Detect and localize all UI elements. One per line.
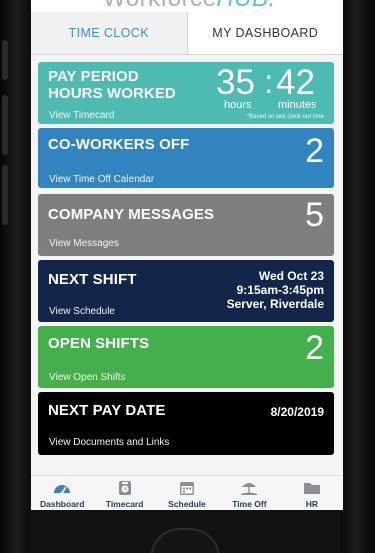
nav-time-off[interactable]: Time Off [218,476,280,510]
nav-schedule-label: Schedule [168,499,206,509]
tab-my-dashboard[interactable]: MY DASHBOARD [187,12,343,54]
pay-period-card[interactable]: PAY PERIOD HOURS WORKED View Timecard 35… [38,62,334,124]
app-screen: WorkforceHUB. TIME CLOCK MY DASHBOARD PA… [31,0,343,510]
view-open-shifts-link[interactable]: View Open Shifts [49,372,126,383]
nav-hr[interactable]: HR [281,476,343,510]
time-separator: : [264,63,274,100]
pay-period-title-line1: PAY PERIOD [48,68,139,85]
view-documents-links[interactable]: View Documents and Links [49,437,169,448]
tab-time-clock[interactable]: TIME CLOCK [31,12,188,54]
hours-worked-display: 35 : 42 hours minutes [216,65,326,113]
next-pay-date-card[interactable]: NEXT PAY DATE 8/20/2019 View Documents a… [38,392,334,455]
hours-value: 35 [216,63,255,102]
next-shift-details: Wed Oct 23 9:15am-3:45pm Server, Riverda… [227,269,324,311]
next-shift-position: Server, Riverdale [226,297,324,311]
view-messages-link[interactable]: View Messages [49,238,119,249]
next-shift-date: Wed Oct 23 [258,269,324,283]
nav-timecard-label: Timecard [105,499,144,509]
folder-icon [302,480,322,496]
volume-down-button [2,165,8,225]
coworkers-off-count: 2 [305,132,324,170]
open-shifts-card[interactable]: OPEN SHIFTS 2 View Open Shifts [38,326,334,388]
brand-name: Workforce [103,0,216,10]
nav-schedule[interactable]: Schedule [156,476,218,510]
company-messages-title: COMPANY MESSAGES [48,206,215,223]
brand-hub: HUB. [216,0,275,10]
open-shifts-title: OPEN SHIFTS [48,335,150,352]
hours-footnote: *Based on last clock out time [246,114,324,120]
home-button [150,528,220,553]
next-pay-date-value: 8/20/2019 [270,405,324,419]
next-shift-title: NEXT SHIFT [48,271,137,288]
pay-period-title-line2: HOURS WORKED [48,85,176,102]
bottom-nav: Dashboard Timecard Schedule Time Off HR [31,475,343,510]
beach-umbrella-icon [239,480,259,496]
nav-dashboard-label: Dashboard [40,499,85,509]
phone-right-edge [341,0,375,553]
next-shift-card[interactable]: NEXT SHIFT Wed Oct 23 9:15am-3:45pm Serv… [38,260,334,322]
dashboard-gauge-icon [52,480,72,496]
minutes-label: minutes [278,99,317,111]
nav-hr-label: HR [305,499,318,509]
nav-dashboard[interactable]: Dashboard [31,476,93,510]
view-schedule-link[interactable]: View Schedule [49,306,115,317]
mute-switch [2,40,8,80]
phone-left-edge [0,0,30,553]
view-timecard-link[interactable]: View Timecard [49,110,114,121]
view-time-off-calendar-link[interactable]: View Time Off Calendar [49,174,154,185]
calendar-icon [177,480,197,496]
company-messages-card[interactable]: COMPANY MESSAGES 5 View Messages [38,194,334,256]
open-shifts-count: 2 [305,329,324,367]
pay-period-title: PAY PERIOD HOURS WORKED [48,68,176,102]
next-shift-time: 9:15am-3:45pm [236,283,324,297]
phone-frame: WorkforceHUB. TIME CLOCK MY DASHBOARD PA… [0,0,375,553]
hours-label: hours [224,99,252,111]
nav-timecard[interactable]: Timecard [93,476,155,510]
company-messages-count: 5 [305,196,324,234]
nav-time-off-label: Time Off [232,499,267,509]
app-header: WorkforceHUB. [31,0,343,10]
coworkers-off-card[interactable]: CO-WORKERS OFF 2 View Time Off Calendar [38,128,334,188]
timecard-icon [115,480,135,496]
tab-bar: TIME CLOCK MY DASHBOARD [31,12,343,55]
dashboard-cards: PAY PERIOD HOURS WORKED View Timecard 35… [31,55,343,475]
brand-logo: WorkforceHUB. [103,0,276,10]
volume-up-button [2,95,8,155]
coworkers-off-title: CO-WORKERS OFF [48,136,190,153]
next-pay-date-title: NEXT PAY DATE [48,402,166,419]
minutes-value: 42 [276,63,315,102]
